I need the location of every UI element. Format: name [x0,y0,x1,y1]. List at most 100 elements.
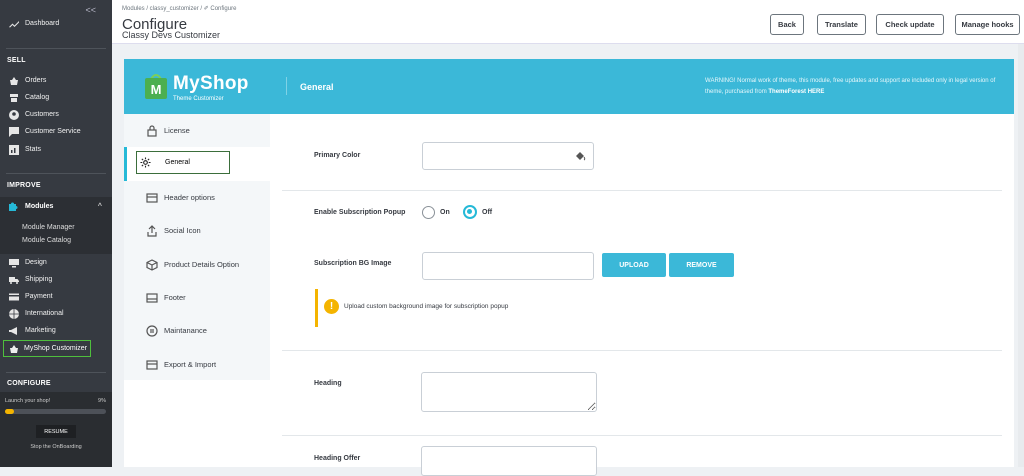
sidebar-item-modules[interactable]: Modules ^ [0,197,112,216]
popup-off-radio[interactable] [463,205,477,219]
subscription-popup-label: Enable Subscription Popup [314,209,406,216]
license-warning: WARNING! Normal work of theme, this modu… [705,76,1005,98]
sidebar-item-label: Modules [25,203,54,210]
sidebar-item-label: International [25,310,64,317]
sidebar-subitem-module-catalog[interactable]: Module Catalog [0,234,112,247]
sidebar-item-label: Dashboard [25,20,60,27]
sidebar-item-marketing[interactable]: Marketing [0,322,112,339]
module-banner: M MyShop Theme Customizer General WARNIN… [124,59,1014,114]
popup-on-radio[interactable] [422,206,435,219]
primary-color-label: Primary Color [314,152,361,159]
basket-icon [10,344,18,353]
bg-image-input[interactable] [422,252,594,280]
sidebar-item-catalog[interactable]: Catalog [0,89,112,106]
divider [282,190,1002,191]
onboarding-percent: 9% [98,398,106,404]
onboarding-progress-bar [5,409,106,414]
divider [282,435,1002,436]
sidebar-item-label: Orders [25,77,47,84]
onboarding-progress-fill [5,409,15,414]
paint-bucket-icon[interactable] [574,150,586,162]
heading-label: Heading [314,380,342,387]
divider [282,350,1002,351]
warning-icon: ! [324,299,339,314]
sidebar-item-label: Catalog [25,94,50,101]
tab-label: General [165,159,190,166]
check-update-button[interactable]: Check update [876,14,944,35]
basket-icon [8,75,19,86]
tab-header-options[interactable]: Header options [124,181,270,214]
back-button[interactable]: Back [770,14,804,35]
sidebar-item-international[interactable]: International [0,305,112,322]
sidebar-item-label: MyShop Customizer [24,345,88,352]
tab-export-import[interactable]: Export & Import [124,348,270,381]
banner-section-title: General [300,82,334,92]
tab-general-highlight[interactable]: General [136,151,230,174]
divider [6,372,106,373]
window-icon [146,359,158,370]
popup-on-label: On [440,209,450,216]
sidebar-item-stats[interactable]: Stats [0,141,112,158]
divider [6,48,106,49]
sidebar-item-label: Customer Service [25,128,81,135]
upload-button[interactable]: UPLOAD [602,253,666,277]
bg-image-label: Subscription BG Image [314,260,392,267]
page-scrollbar[interactable] [1018,44,1024,467]
sidebar-item-shipping[interactable]: Shipping [0,271,112,288]
chevron-up-icon: ^ [97,203,102,210]
share-icon [147,224,157,237]
brand-name: MyShop [173,73,249,94]
sidebar-subitem-module-manager[interactable]: Module Manager [0,221,112,234]
tab-label: License [164,126,190,135]
sidebar-item-label: Design [25,259,47,266]
primary-color-input[interactable] [422,142,594,170]
module-config-panel: M MyShop Theme Customizer General WARNIN… [124,59,1014,476]
shopping-bag-logo-icon: M [145,74,167,99]
user-circle-icon [8,109,19,120]
sidebar-item-label: Shipping [25,276,53,283]
bar-chart-icon [8,144,19,155]
heading-textarea[interactable] [421,372,597,412]
tab-label: Footer [164,293,186,302]
sidebar-item-orders[interactable]: Orders [0,72,112,89]
themeforest-link[interactable]: ThemeForest HERE [768,89,824,95]
page-header: Modules / classy_customizer / ✐ Configur… [112,0,1024,44]
megaphone-icon [8,325,19,336]
sidebar-item-label: Marketing [25,327,56,334]
tab-license[interactable]: License [124,114,270,147]
sidebar-item-design[interactable]: Design [0,254,112,271]
section-title-configure: CONFIGURE [7,380,51,387]
section-title-sell: SELL [7,57,26,64]
tab-maintanance[interactable]: Maintanance [124,314,270,347]
tab-product-details-option[interactable]: Product Details Option [124,248,270,281]
tab-social-icon[interactable]: Social Icon [124,214,270,247]
popup-off-label: Off [482,209,493,216]
divider [286,77,287,95]
sidebar: << Dashboard SELL Orders Catalog Custome… [0,0,112,467]
license-warning-text: WARNING! Normal work of theme, this modu… [705,78,996,95]
upload-hint-alert: ! Upload custom background image for sub… [315,289,790,327]
sidebar-item-dashboard[interactable]: Dashboard [0,15,112,32]
section-title-improve: IMPROVE [7,182,41,189]
sidebar-item-customers[interactable]: Customers [0,106,112,123]
remove-button[interactable]: REMOVE [669,253,734,277]
brand-subtitle: Theme Customizer [173,96,224,102]
manage-hooks-button[interactable]: Manage hooks [955,14,1020,35]
tab-footer[interactable]: Footer [124,281,270,314]
divider [6,173,106,174]
heading-offer-textarea[interactable] [421,446,597,476]
page-subtitle: Classy Devs Customizer [122,30,221,40]
tab-label: Export & Import [164,360,217,369]
box-icon [146,258,158,271]
stop-onboarding-link[interactable]: Stop the OnBoarding [0,444,112,450]
resume-button[interactable]: RESUME [36,425,76,438]
translate-button[interactable]: Translate [817,14,866,35]
sidebar-item-payment[interactable]: Payment [0,288,112,305]
sidebar-item-customer-service[interactable]: Customer Service [0,123,112,140]
heading-offer-label: Heading Offer [314,455,361,462]
collapse-sidebar-button[interactable]: << [85,5,96,15]
onboarding-text: Launch your shop! [5,398,51,404]
trending-up-icon [8,18,19,29]
monitor-icon [8,257,19,268]
sidebar-item-myshop-customizer[interactable]: MyShop Customizer [3,340,91,357]
